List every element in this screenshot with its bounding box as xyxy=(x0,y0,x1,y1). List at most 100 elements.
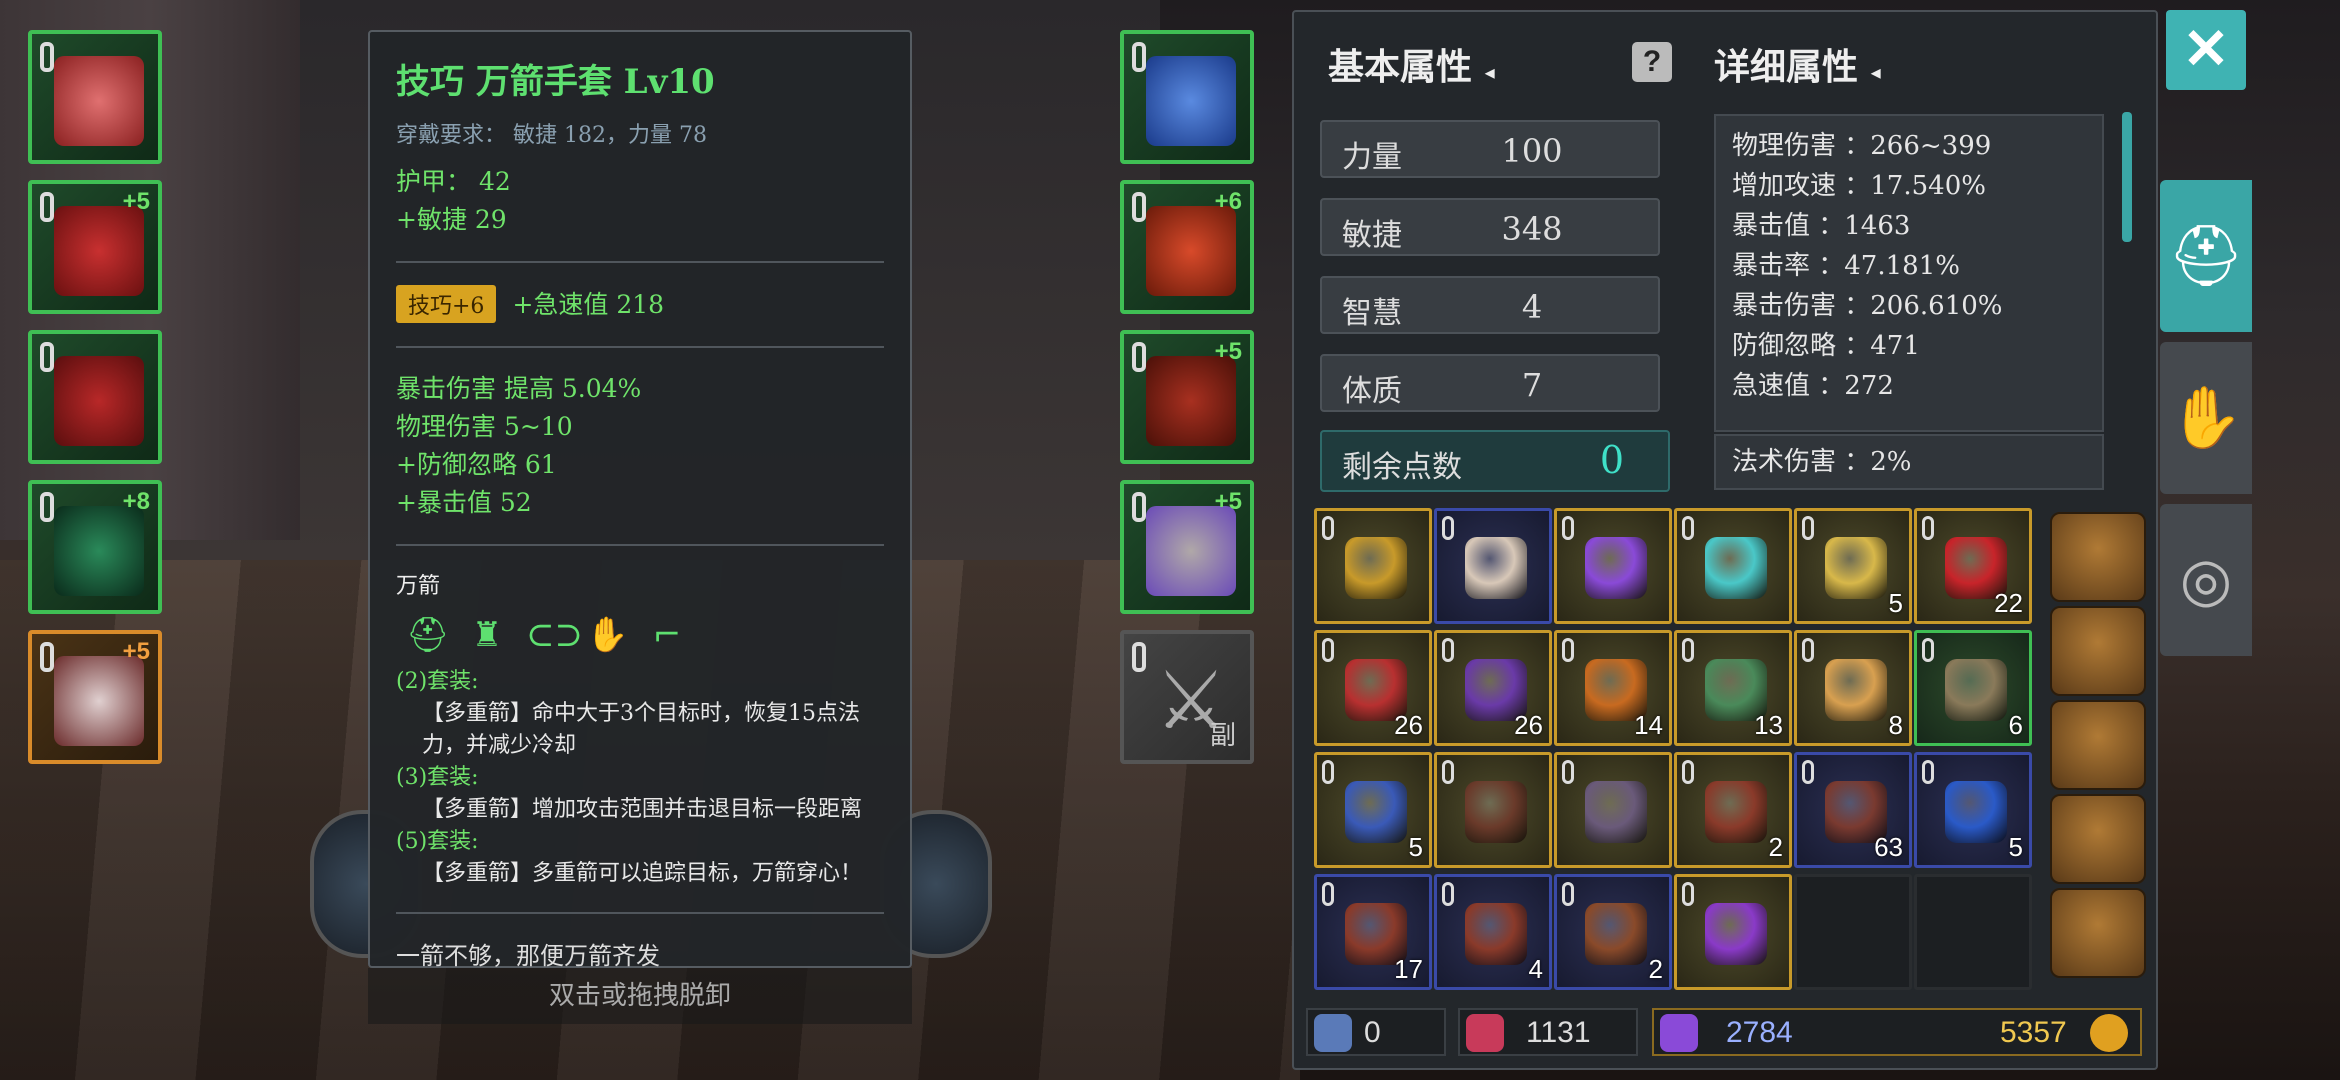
lock-icon xyxy=(1132,642,1146,672)
offhand-label: 副 xyxy=(1209,721,1236,751)
lock-icon xyxy=(1442,638,1454,662)
equip-slot-chest[interactable]: +5 xyxy=(28,180,162,314)
inventory-slot[interactable]: 22 xyxy=(1914,508,2032,624)
lock-icon xyxy=(1922,516,1934,540)
enhance-level: +6 xyxy=(1214,188,1242,215)
lock-icon xyxy=(1562,516,1574,540)
inventory-slot[interactable]: 5 xyxy=(1914,752,2032,868)
inventory-slot[interactable] xyxy=(1434,508,1552,624)
inventory-slot[interactable] xyxy=(1554,508,1672,624)
currency-crystals-gold: 2784 5357 xyxy=(1652,1008,2142,1056)
bag-icon[interactable] xyxy=(2050,700,2146,790)
magic-detail-box: 法术伤害 ：2% xyxy=(1714,434,2104,490)
detail-scrollbar[interactable] xyxy=(2122,112,2132,242)
inventory-slot[interactable]: 26 xyxy=(1434,630,1552,746)
item-count: 13 xyxy=(1754,710,1783,740)
inventory-slot[interactable]: 8 xyxy=(1794,630,1912,746)
gems-value: 1131 xyxy=(1526,1016,1591,1049)
tab-equipment[interactable]: ⛑ xyxy=(2160,180,2252,332)
inventory-slot-empty[interactable] xyxy=(1914,874,2032,990)
ring-icon xyxy=(54,506,144,596)
lock-icon xyxy=(1442,882,1454,906)
item-icon xyxy=(1345,537,1407,599)
inventory-slot[interactable] xyxy=(1314,508,1432,624)
stat-strength: 力量 100 xyxy=(1320,120,1660,178)
inventory-slot[interactable]: 26 xyxy=(1314,630,1432,746)
equip-slot-gloves[interactable]: +6 xyxy=(1120,180,1254,314)
affix: 物理伤害 5~10 xyxy=(396,412,573,441)
helmet-icon: ⛑ xyxy=(406,615,450,655)
item-count: 26 xyxy=(1514,710,1543,740)
base-stat: 护甲： 42 xyxy=(396,167,511,196)
bag-icon[interactable] xyxy=(2050,794,2146,884)
stat-label: 智慧 xyxy=(1342,296,1402,331)
set-tier: (5)套装: xyxy=(396,829,479,854)
set-name: 万箭 xyxy=(396,574,441,599)
inventory-slot[interactable]: 63 xyxy=(1794,752,1912,868)
set-desc: 【多重箭】增加攻击范围并击退目标一段距离 xyxy=(422,797,863,822)
tab-target[interactable]: ◎ xyxy=(2160,504,2252,656)
inventory-slot[interactable]: 5 xyxy=(1314,752,1432,868)
item-requirement: 穿戴要求： 敏捷 182，力量 78 xyxy=(396,123,707,148)
equip-slot-boots[interactable]: +5 xyxy=(1120,330,1254,464)
belt-icon: ⊂⊃ xyxy=(526,615,583,655)
basic-title-text: 基本属性 xyxy=(1328,46,1473,88)
divider xyxy=(396,912,884,914)
equip-slot-ring[interactable]: +8 xyxy=(28,480,162,614)
close-button[interactable]: ✕ xyxy=(2166,10,2246,90)
equip-slot-ring2[interactable]: +5 xyxy=(1120,480,1254,614)
stat-value: 7 xyxy=(1521,366,1543,404)
equip-slot-offhand[interactable]: ⚔ 副 xyxy=(1120,630,1254,764)
lock-icon xyxy=(1322,638,1334,662)
lock-icon xyxy=(40,42,54,72)
inventory-slot[interactable]: 4 xyxy=(1434,874,1552,990)
equip-slot-bow[interactable]: +5 xyxy=(28,630,162,764)
item-count: 2 xyxy=(1768,832,1783,862)
inventory-slot[interactable]: 6 xyxy=(1914,630,2032,746)
detail-stat: 增加攻速 ：17.540% xyxy=(1732,171,1986,201)
equip-slot-helmet[interactable] xyxy=(28,30,162,164)
equip-slot-amulet[interactable] xyxy=(1120,30,1254,164)
affix: +暴击值 52 xyxy=(396,488,532,517)
inventory-slot[interactable]: 2 xyxy=(1674,752,1792,868)
tab-skills[interactable]: ✋ xyxy=(2160,342,2252,494)
crystal-icon xyxy=(1660,1014,1698,1052)
crystals-value: 2784 xyxy=(1726,1016,1793,1049)
bag-icon[interactable] xyxy=(2050,606,2146,696)
equip-slot-legs[interactable] xyxy=(28,330,162,464)
item-count: 5 xyxy=(1888,588,1903,618)
item-count: 5 xyxy=(2008,832,2023,862)
inventory-slot[interactable] xyxy=(1674,874,1792,990)
help-icon[interactable]: ? xyxy=(1632,42,1672,82)
gold-value: 5357 xyxy=(2000,1016,2067,1049)
item-icon xyxy=(1705,781,1767,843)
detail-stat: 暴击值 ：1463 xyxy=(1732,211,1911,241)
divider xyxy=(396,544,884,546)
inventory-slot[interactable]: 14 xyxy=(1554,630,1672,746)
inventory-slot[interactable]: 5 xyxy=(1794,508,1912,624)
lock-icon xyxy=(1322,516,1334,540)
item-title: 技巧 万箭手套 Lv10 xyxy=(396,62,715,102)
remaining-points: 剩余点数 0 xyxy=(1320,430,1670,492)
detail-stat: 法术伤害 ：2% xyxy=(1732,447,1912,477)
amulet-icon xyxy=(1146,56,1236,146)
stat-wisdom: 智慧 4 xyxy=(1320,276,1660,334)
inventory-slot-empty[interactable] xyxy=(1794,874,1912,990)
item-icon xyxy=(1825,537,1887,599)
inventory-slot[interactable] xyxy=(1674,508,1792,624)
inventory-slot[interactable]: 17 xyxy=(1314,874,1432,990)
flavor-text: 一箭不够，那便万箭齐发 xyxy=(396,942,660,970)
inventory-slot[interactable]: 2 xyxy=(1554,874,1672,990)
bag-icon[interactable] xyxy=(2050,888,2146,978)
inventory-slot[interactable] xyxy=(1434,752,1552,868)
enhance-tag: 技巧+6 xyxy=(396,285,497,323)
currency-gems: 1131 xyxy=(1458,1008,1638,1056)
lock-icon xyxy=(1922,760,1934,784)
set-tier: (2)套装: xyxy=(396,669,479,694)
lock-icon xyxy=(1132,342,1146,372)
inventory-slot[interactable] xyxy=(1554,752,1672,868)
item-icon xyxy=(1705,537,1767,599)
item-count: 4 xyxy=(1528,954,1543,984)
inventory-slot[interactable]: 13 xyxy=(1674,630,1792,746)
bag-icon[interactable] xyxy=(2050,512,2146,602)
